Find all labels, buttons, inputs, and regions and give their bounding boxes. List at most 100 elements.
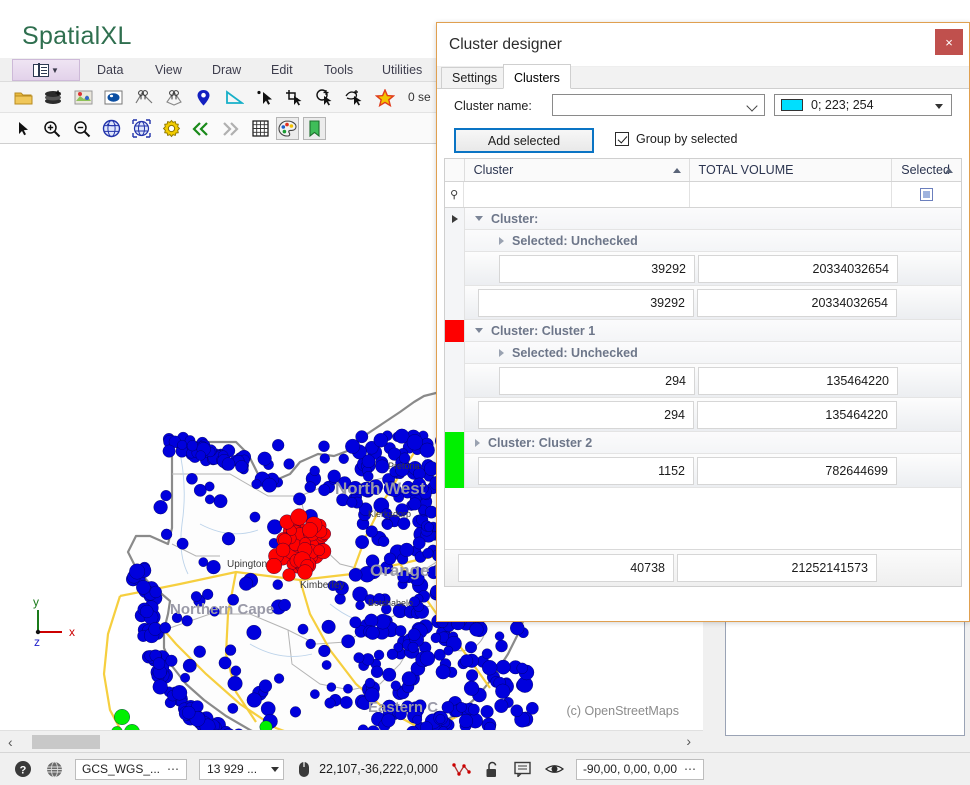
cell-cluster[interactable]: 39292 [499,255,695,283]
group-header[interactable]: Selected: Unchecked [465,342,961,364]
menu-item-utilities[interactable]: Utilities [373,58,431,82]
scroll-right-icon[interactable]: › [686,733,691,749]
scroll-left-icon[interactable]: ‹ [8,734,13,750]
grid-group-row[interactable]: Cluster: Cluster 1 [445,320,961,342]
crs-more-icon[interactable]: ⋯ [167,762,180,776]
cell-total-volume[interactable]: 20334032654 [698,255,898,283]
map-horizontal-scrollbar-right[interactable]: › [425,730,703,752]
group-by-selected-checkbox[interactable]: Group by selected [615,132,737,146]
zoom-out-icon[interactable] [70,117,93,140]
grid-group-row[interactable]: Cluster: Cluster 2 [445,432,961,454]
grid-data-row[interactable]: 3929220334032654 [445,286,961,320]
menu-item-edit[interactable]: Edit [262,58,302,82]
grid-header-selected[interactable]: Selected [892,159,961,181]
data-row[interactable]: 1152782644699 [465,454,961,488]
eye-icon[interactable] [545,762,564,776]
grid-header-total-volume[interactable]: TOTAL VOLUME [690,159,893,181]
cell-cluster[interactable]: 39292 [478,289,694,317]
group-label: Selected: Unchecked [512,346,638,360]
close-icon[interactable]: × [935,29,963,55]
ellipse-select-icon[interactable] [102,86,125,109]
group-header[interactable]: Selected: Unchecked [465,230,961,252]
checkbox-box[interactable] [615,132,629,146]
cell-total-volume[interactable]: 782644699 [697,457,897,485]
chevron-right-icon[interactable] [475,439,480,447]
measure-volume-icon[interactable] [162,86,185,109]
chevron-right-icon[interactable] [499,237,504,245]
pointer-select-icon[interactable] [253,86,276,109]
cluster-color-combobox[interactable]: 0; 223; 254 [774,94,952,116]
globe-icon[interactable] [46,761,63,778]
triangle-tool-icon[interactable] [222,86,245,109]
help-icon[interactable]: ? [14,760,32,778]
chevron-right-icon[interactable] [499,349,504,357]
lasso-select-icon[interactable] [343,86,366,109]
marker-pin-icon[interactable] [192,86,215,109]
grid-group-row[interactable]: Selected: Unchecked [445,230,961,252]
grid-group-row[interactable]: Selected: Unchecked [445,342,961,364]
prev-double-icon[interactable] [190,117,213,140]
menu-item-tools[interactable]: Tools [315,58,362,82]
scale-dropdown[interactable]: 13 929 ... [199,759,284,780]
grid-data-row[interactable]: 294135464220 [445,364,961,398]
group-header[interactable]: Cluster: Cluster 2 [465,432,961,454]
next-double-icon[interactable] [218,117,241,140]
chevron-down-icon[interactable] [475,328,483,333]
globe-icon[interactable] [100,117,123,140]
data-row[interactable]: 294135464220 [465,398,961,432]
rotation-field[interactable]: -90,00, 0,00, 0,00 ⋯ [576,759,704,780]
cell-total-volume[interactable]: 135464220 [698,367,898,395]
data-row[interactable]: 3929220334032654 [465,286,961,320]
app-menu-button[interactable]: ▼ [12,59,80,81]
filter-cell-selected[interactable] [892,182,961,207]
grid-icon[interactable] [249,117,272,140]
group-header[interactable]: Cluster: Cluster 1 [465,320,961,342]
right-panel-content[interactable] [725,614,965,736]
crs-field[interactable]: GCS_WGS_... ⋯ [75,759,187,780]
gear-icon[interactable] [160,117,183,140]
cell-cluster[interactable]: 294 [499,367,695,395]
tab-settings[interactable]: Settings [441,67,508,89]
bookmark-icon[interactable] [303,117,326,140]
menu-item-view[interactable]: View [146,58,191,82]
zoom-in-icon[interactable] [40,117,63,140]
chevron-down-icon[interactable] [475,216,483,221]
cell-total-volume[interactable]: 20334032654 [697,289,897,317]
cell-cluster[interactable]: 294 [478,401,694,429]
data-row[interactable]: 3929220334032654 [465,252,961,286]
grid-data-row[interactable]: 1152782644699 [445,454,961,488]
data-row[interactable]: 294135464220 [465,364,961,398]
globe-extent-icon[interactable] [130,117,153,140]
tab-clusters[interactable]: Clusters [503,64,571,89]
group-header[interactable]: Cluster: [465,208,961,230]
clear-selection-icon[interactable] [373,86,396,109]
rotation-more-icon[interactable]: ⋯ [684,762,697,776]
row-expand-icon[interactable] [452,215,458,223]
open-folder-icon[interactable] [12,86,35,109]
polyline-icon[interactable] [452,761,471,778]
dialog-title-bar[interactable]: Cluster designer × [437,23,969,67]
cluster-name-combobox[interactable] [552,94,765,116]
palette-icon[interactable] [276,117,299,140]
add-selected-button[interactable]: Add selected [454,128,594,153]
cell-cluster[interactable]: 1152 [478,457,694,485]
filter-cell-cluster[interactable] [464,182,689,207]
grid-data-row[interactable]: 294135464220 [445,398,961,432]
filter-cell-total-volume[interactable] [690,182,893,207]
grid-data-row[interactable]: 3929220334032654 [445,252,961,286]
circle-select-icon[interactable] [313,86,336,109]
scrollbar-thumb[interactable] [32,735,100,749]
menu-item-draw[interactable]: Draw [203,58,250,82]
add-layer-icon[interactable] [42,86,65,109]
comment-icon[interactable] [514,761,531,777]
cell-total-volume[interactable]: 135464220 [697,401,897,429]
menu-item-data[interactable]: Data [88,58,132,82]
grid-group-row[interactable]: Cluster: [445,208,961,230]
arrow-cursor-icon[interactable] [13,117,36,140]
unlock-icon[interactable] [485,761,500,778]
grid-header-cluster[interactable]: Cluster [465,159,690,181]
measure-area-icon[interactable] [132,86,155,109]
filter-checkbox-icon[interactable] [920,188,933,201]
map-layer-icon[interactable] [72,86,95,109]
crop-select-icon[interactable] [283,86,306,109]
